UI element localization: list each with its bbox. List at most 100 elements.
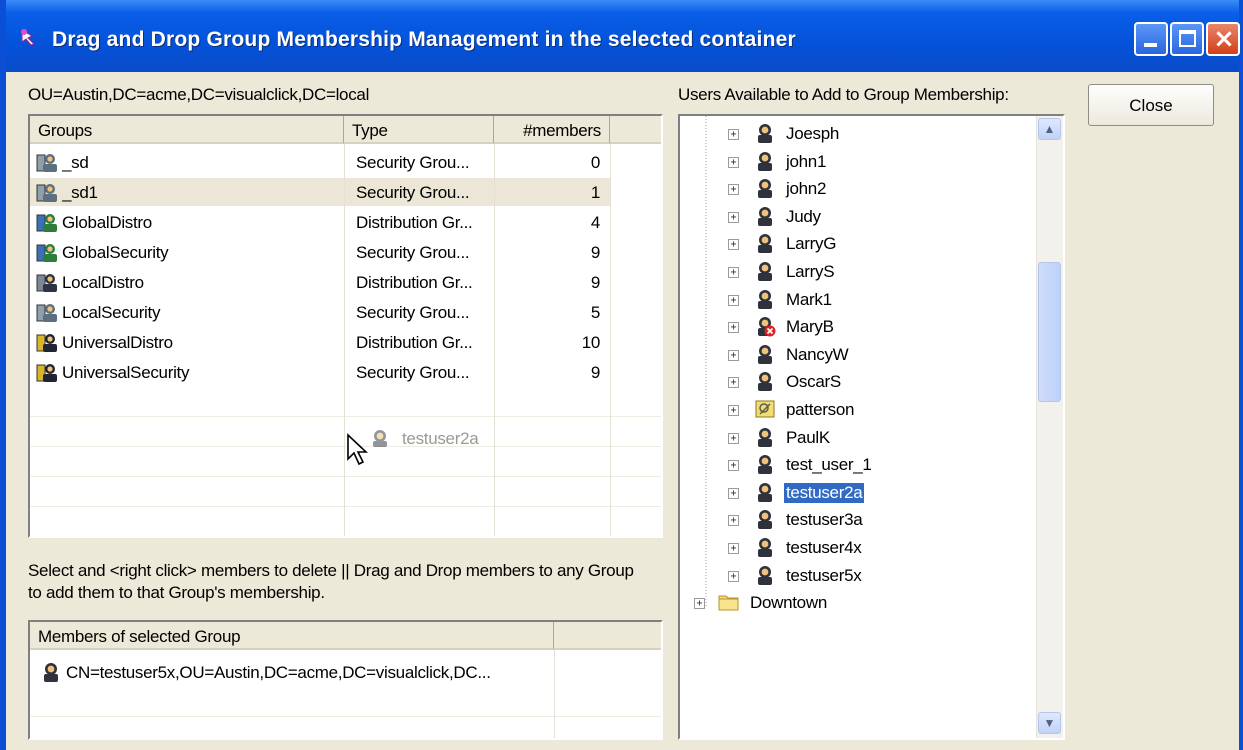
group-type: Distribution Gr... bbox=[356, 273, 473, 292]
table-row[interactable]: UniversalDistro Distribution Gr... 10 bbox=[30, 328, 610, 356]
grid-line bbox=[30, 476, 661, 477]
user-tree[interactable]: + Joesph + john1 + john2 + Judy + LarryG + LarryS + M… bbox=[678, 114, 1065, 740]
universal-security-group-icon bbox=[36, 364, 57, 382]
expand-icon[interactable]: + bbox=[728, 405, 739, 416]
expand-icon[interactable]: + bbox=[728, 570, 739, 582]
column-header-members-of-group[interactable]: Members of selected Group bbox=[30, 622, 554, 650]
minimize-button[interactable] bbox=[1134, 22, 1168, 56]
scroll-thumb[interactable] bbox=[1038, 262, 1061, 402]
tree-item[interactable]: + LarryG bbox=[680, 230, 1030, 258]
expand-icon[interactable]: + bbox=[728, 487, 739, 499]
global-distribution-group-icon bbox=[36, 214, 57, 232]
column-header-spacer bbox=[610, 116, 661, 144]
members-table[interactable]: Members of selected Group CN=testuser5x,… bbox=[28, 620, 663, 740]
tree-item[interactable]: + Mark1 bbox=[680, 286, 1030, 314]
table-row[interactable]: GlobalDistro Distribution Gr... 4 bbox=[30, 208, 610, 236]
group-name: UniversalSecurity bbox=[62, 363, 190, 382]
scroll-down-button[interactable]: ▼ bbox=[1038, 712, 1061, 734]
grid-line bbox=[30, 416, 661, 417]
user-icon bbox=[758, 538, 772, 557]
table-row[interactable]: _sd Security Grou... 0 bbox=[30, 148, 610, 176]
member-dn: CN=testuser5x,OU=Austin,DC=acme,DC=visua… bbox=[66, 663, 491, 682]
table-row[interactable]: CN=testuser5x,OU=Austin,DC=acme,DC=visua… bbox=[30, 658, 554, 686]
tree-item-label: Judy bbox=[786, 206, 821, 226]
groups-table[interactable]: Groups Type #members _sd Security Grou...… bbox=[28, 114, 663, 538]
tree-item[interactable]: + test_user_1 bbox=[680, 451, 1030, 479]
tree-item[interactable]: + MaryB bbox=[680, 313, 1030, 341]
expand-icon[interactable]: + bbox=[728, 377, 739, 389]
expand-icon[interactable]: + bbox=[728, 211, 739, 223]
tree-item[interactable]: + OscarS bbox=[680, 368, 1030, 396]
tree-item-label: john2 bbox=[786, 179, 827, 199]
expand-icon[interactable]: + bbox=[728, 515, 739, 527]
group-member-count: 5 bbox=[590, 303, 600, 322]
tree-item[interactable]: + testuser4x bbox=[680, 534, 1030, 562]
group-member-count: 9 bbox=[590, 363, 600, 382]
column-header-groups[interactable]: Groups bbox=[30, 116, 344, 144]
tree-item[interactable]: + testuser2a bbox=[680, 479, 1030, 507]
tree-item-label: PaulK bbox=[786, 427, 830, 447]
group-member-count: 0 bbox=[590, 153, 600, 172]
tree-item-label: testuser5x bbox=[786, 565, 862, 585]
domain-local-security-group-icon bbox=[36, 304, 57, 322]
domain-local-security-group-icon bbox=[36, 154, 57, 172]
group-type: Distribution Gr... bbox=[356, 213, 473, 232]
user-icon bbox=[758, 344, 772, 364]
group-type: Security Grou... bbox=[356, 363, 470, 382]
expand-icon[interactable]: + bbox=[728, 543, 739, 554]
users-available-label: Users Available to Add to Group Membersh… bbox=[678, 85, 1009, 104]
table-row[interactable]: GlobalSecurity Security Grou... 9 bbox=[30, 238, 610, 266]
scroll-up-button[interactable]: ▲ bbox=[1038, 118, 1061, 140]
title-bar[interactable]: Drag and Drop Group Membership Managemen… bbox=[6, 0, 1240, 72]
expand-icon[interactable]: + bbox=[728, 432, 739, 444]
expand-icon[interactable]: + bbox=[728, 322, 739, 334]
window: Drag and Drop Group Membership Managemen… bbox=[0, 0, 1243, 750]
instructions-text: Select and <right click> members to dele… bbox=[28, 561, 634, 602]
expand-icon[interactable]: + bbox=[728, 239, 739, 251]
maximize-button[interactable] bbox=[1170, 22, 1204, 56]
expand-icon[interactable]: + bbox=[694, 598, 705, 610]
tree-folder-item[interactable]: + Downtown bbox=[680, 589, 1030, 617]
tree-item-label: LarryG bbox=[786, 234, 837, 254]
expand-icon[interactable]: + bbox=[728, 349, 739, 361]
tree-item[interactable]: + LarryS bbox=[680, 258, 1030, 286]
expand-icon[interactable]: + bbox=[728, 460, 739, 472]
group-type: Security Grou... bbox=[356, 153, 470, 172]
drag-user-icon bbox=[373, 430, 387, 447]
tree-scrollbar[interactable]: ▲ ▼ bbox=[1036, 116, 1063, 738]
column-header-type[interactable]: Type bbox=[344, 116, 494, 144]
tree-item[interactable]: + Joesph bbox=[680, 120, 1030, 148]
user-icon bbox=[758, 206, 772, 226]
expand-icon[interactable]: + bbox=[728, 184, 739, 196]
table-row[interactable]: LocalSecurity Security Grou... 5 bbox=[30, 298, 610, 326]
tree-item[interactable]: + PaulK bbox=[680, 424, 1030, 452]
tree-item[interactable]: + testuser3a bbox=[680, 506, 1030, 534]
grid-line bbox=[30, 536, 663, 537]
user-icon bbox=[758, 455, 772, 475]
column-divider bbox=[344, 144, 345, 536]
column-header-spacer bbox=[554, 622, 661, 650]
grid-line bbox=[30, 716, 661, 717]
tree-item[interactable]: + john1 bbox=[680, 148, 1030, 176]
table-row[interactable]: _sd1 Security Grou... 1 bbox=[30, 178, 610, 206]
tree-item[interactable]: + john2 bbox=[680, 175, 1030, 203]
tree-item[interactable]: + Judy bbox=[680, 203, 1030, 231]
tree-item[interactable]: + patterson bbox=[680, 396, 1030, 424]
close-button[interactable]: Close bbox=[1088, 84, 1214, 126]
user-icon bbox=[758, 427, 772, 447]
column-divider bbox=[610, 144, 611, 536]
expand-icon[interactable]: + bbox=[728, 156, 739, 168]
group-name: LocalDistro bbox=[62, 273, 144, 292]
expand-icon[interactable]: + bbox=[728, 129, 739, 140]
expand-icon[interactable]: + bbox=[728, 267, 739, 278]
close-window-button[interactable]: × bbox=[1206, 22, 1240, 56]
group-member-count: 9 bbox=[590, 273, 600, 292]
tree-item[interactable]: + testuser5x bbox=[680, 562, 1030, 590]
user-icon bbox=[44, 663, 58, 682]
column-header-members[interactable]: #members bbox=[494, 116, 610, 144]
table-row[interactable]: LocalDistro Distribution Gr... 9 bbox=[30, 268, 610, 296]
folder-icon bbox=[718, 595, 739, 611]
table-row[interactable]: UniversalSecurity Security Grou... 9 bbox=[30, 358, 610, 386]
tree-item[interactable]: + NancyW bbox=[680, 341, 1030, 369]
expand-icon[interactable]: + bbox=[728, 294, 739, 306]
